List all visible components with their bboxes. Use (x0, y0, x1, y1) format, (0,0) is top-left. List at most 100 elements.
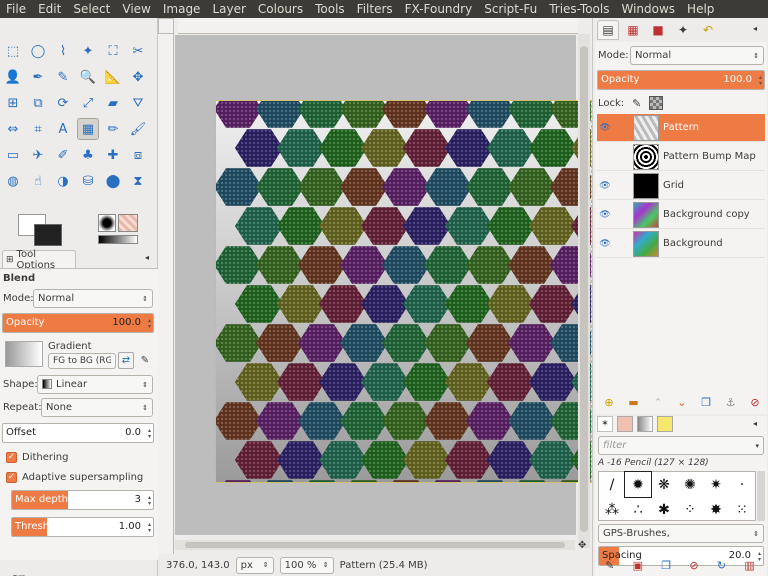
visibility-eye-icon[interactable]: 👁 (597, 210, 613, 220)
foreground-select-tool-icon[interactable]: 👤 (2, 66, 24, 88)
visibility-eye-icon[interactable]: 👁 (597, 239, 613, 249)
lock-pixels-icon[interactable]: ✎ (632, 97, 641, 110)
opacity-slider[interactable]: Opacity 100.0 ▴ ▾ (2, 313, 154, 333)
menu-filters[interactable]: Filters (351, 0, 399, 18)
blend-tool-icon[interactable]: ▦ (77, 118, 99, 140)
brush-item[interactable]: ✱ (651, 497, 677, 522)
measure-tool-icon[interactable]: 📐 (102, 66, 124, 88)
scale-tool-icon[interactable]: ⤢ (77, 92, 99, 114)
zoom-tool-icon[interactable]: 🔍 (77, 66, 99, 88)
offset-slider[interactable]: Offset 0.0 ▴ ▾ (2, 423, 154, 443)
brush-item[interactable]: ✺ (677, 472, 703, 497)
menu-edit[interactable]: Edit (32, 0, 67, 18)
repeat-select[interactable]: None ⇕ (41, 398, 153, 417)
tab-menu-icon[interactable]: ◂ (145, 253, 149, 262)
ink-tool-icon[interactable]: ✐ (52, 144, 74, 166)
pencil-tool-icon[interactable]: ✏ (102, 118, 124, 140)
free-select-tool-icon[interactable]: ⌇ (52, 40, 74, 62)
flip-tool-icon[interactable]: ⇔ (2, 118, 24, 140)
active-pattern-indicator[interactable] (118, 214, 138, 232)
menu-tools[interactable]: Tools (309, 0, 351, 18)
rect-select-tool-icon[interactable]: ⬚ (2, 40, 24, 62)
active-gradient-indicator[interactable] (98, 235, 138, 244)
color-picker-tool-icon[interactable]: ✎ (52, 66, 74, 88)
duplicate-brush-icon[interactable]: ❐ (661, 559, 671, 572)
convolve-tool-icon[interactable]: ◍ (2, 170, 24, 192)
brush-item[interactable]: · (729, 472, 755, 497)
text-tool-icon[interactable]: A (52, 118, 74, 140)
clone-tool-icon[interactable]: ♣ (77, 144, 99, 166)
brush-scrollbar[interactable] (757, 471, 765, 521)
eraser-tool-icon[interactable]: ▭ (2, 144, 24, 166)
scroll-thumb[interactable] (185, 542, 565, 548)
mypaint-brush-tool-icon[interactable]: ⬤ (102, 170, 124, 192)
navigate-icon[interactable]: ✥ (578, 540, 586, 551)
dithering-checkbox[interactable]: ✓ Dithering (6, 452, 68, 463)
canvas-background[interactable] (175, 35, 592, 535)
delete-layer-icon[interactable]: ⊘ (750, 396, 759, 409)
menu-tries-tools[interactable]: Tries-Tools (543, 0, 615, 18)
layer-row[interactable]: Pattern Bump Map (597, 143, 765, 171)
rotate-tool-icon[interactable]: ⟳ (52, 92, 74, 114)
smudge-tool-icon[interactable]: ☝ (27, 170, 49, 192)
menu-select[interactable]: Select (67, 0, 116, 18)
perspective-tool-icon[interactable]: ⛛ (127, 92, 149, 114)
brush-item[interactable]: ✷ (703, 472, 729, 497)
tab-menu-icon[interactable]: ◂ (753, 24, 757, 33)
menu-colours[interactable]: Colours (252, 0, 309, 18)
gradient-name-field[interactable]: FG to BG (RGB (48, 353, 116, 369)
zoom-select[interactable]: 100 % ⇕ (279, 556, 334, 574)
tab-gradients-icon[interactable] (637, 416, 653, 432)
mode-select[interactable]: Normal ⇕ (33, 289, 153, 308)
tab-undo-icon[interactable]: ↶ (697, 20, 719, 40)
delete-brush-icon[interactable]: ⊘ (689, 559, 698, 572)
layer-group-icon[interactable]: ▬ (628, 396, 638, 409)
ruler-corner[interactable] (158, 18, 174, 34)
layer-opacity-slider[interactable]: Opacity 100.0 ▴ ▾ (597, 70, 765, 90)
edit-brush-icon[interactable]: ✎ (605, 559, 614, 572)
visibility-eye-icon[interactable]: 👁 (597, 123, 613, 133)
horizontal-ruler[interactable] (178, 18, 578, 34)
menu-windows[interactable]: Windows (615, 0, 681, 18)
dodge-burn-tool-icon[interactable]: ◑ (52, 170, 74, 192)
tab-tool-options[interactable]: ⊞ Tool Options (2, 249, 76, 271)
vertical-ruler[interactable] (158, 34, 174, 554)
airbrush-tool-icon[interactable]: ✈ (27, 144, 49, 166)
raise-layer-icon[interactable]: ⌃ (653, 396, 662, 409)
brush-item[interactable]: ❋ (651, 472, 677, 497)
visibility-eye-icon[interactable]: 👁 (597, 181, 613, 191)
edit-gradient-icon[interactable]: ✎ (138, 352, 152, 369)
tab-layers-icon[interactable]: ▤ (597, 20, 619, 40)
image-canvas[interactable] (215, 100, 592, 483)
fuzzy-select-tool-icon[interactable]: ✦ (77, 40, 99, 62)
layer-row[interactable]: 👁 Pattern (597, 114, 765, 142)
background-color-swatch[interactable] (34, 224, 62, 246)
paintbrush-tool-icon[interactable]: 🖌 (127, 118, 149, 140)
tab-fonts-icon[interactable] (657, 416, 673, 432)
adaptive-supersampling-checkbox[interactable]: ✓ Adaptive supersampling (6, 472, 143, 483)
brush-item[interactable]: ⁂ (599, 497, 625, 522)
brush-item[interactable]: ⁙ (729, 497, 755, 522)
brush-item[interactable]: ✹ (624, 471, 652, 498)
brush-item[interactable]: ⁘ (677, 497, 703, 522)
crop-tool-icon[interactable]: ⧉ (27, 92, 49, 114)
active-brush-indicator[interactable] (98, 214, 116, 232)
new-brush-icon[interactable]: ▣ (633, 559, 643, 572)
shape-select[interactable]: Linear ⇕ (37, 375, 153, 394)
tab-navigation-icon[interactable]: ✦ (672, 20, 694, 40)
lower-layer-icon[interactable]: ⌄ (677, 396, 686, 409)
brush-filter-input[interactable]: filter ▾ (598, 436, 764, 455)
duplicate-layer-icon[interactable]: ❐ (701, 396, 711, 409)
tab-channels-icon[interactable]: ▦ (622, 20, 644, 40)
threshold-slider[interactable]: Threshold 1.00 ▴ ▾ (11, 517, 154, 537)
by-color-select-tool-icon[interactable]: ⛶ (102, 40, 124, 62)
tab-paths-icon[interactable]: ■ (647, 20, 669, 40)
shear-tool-icon[interactable]: ▰ (102, 92, 124, 114)
tab-brushes-icon[interactable]: ✶ (597, 416, 613, 432)
bucket-fill-tool-icon[interactable]: ⛁ (77, 170, 99, 192)
menu-file[interactable]: File (0, 0, 32, 18)
brush-item[interactable]: / (599, 472, 625, 497)
scissors-select-tool-icon[interactable]: ✂ (127, 40, 149, 62)
gradient-preview[interactable] (5, 341, 43, 367)
refresh-brushes-icon[interactable]: ↻ (717, 559, 726, 572)
